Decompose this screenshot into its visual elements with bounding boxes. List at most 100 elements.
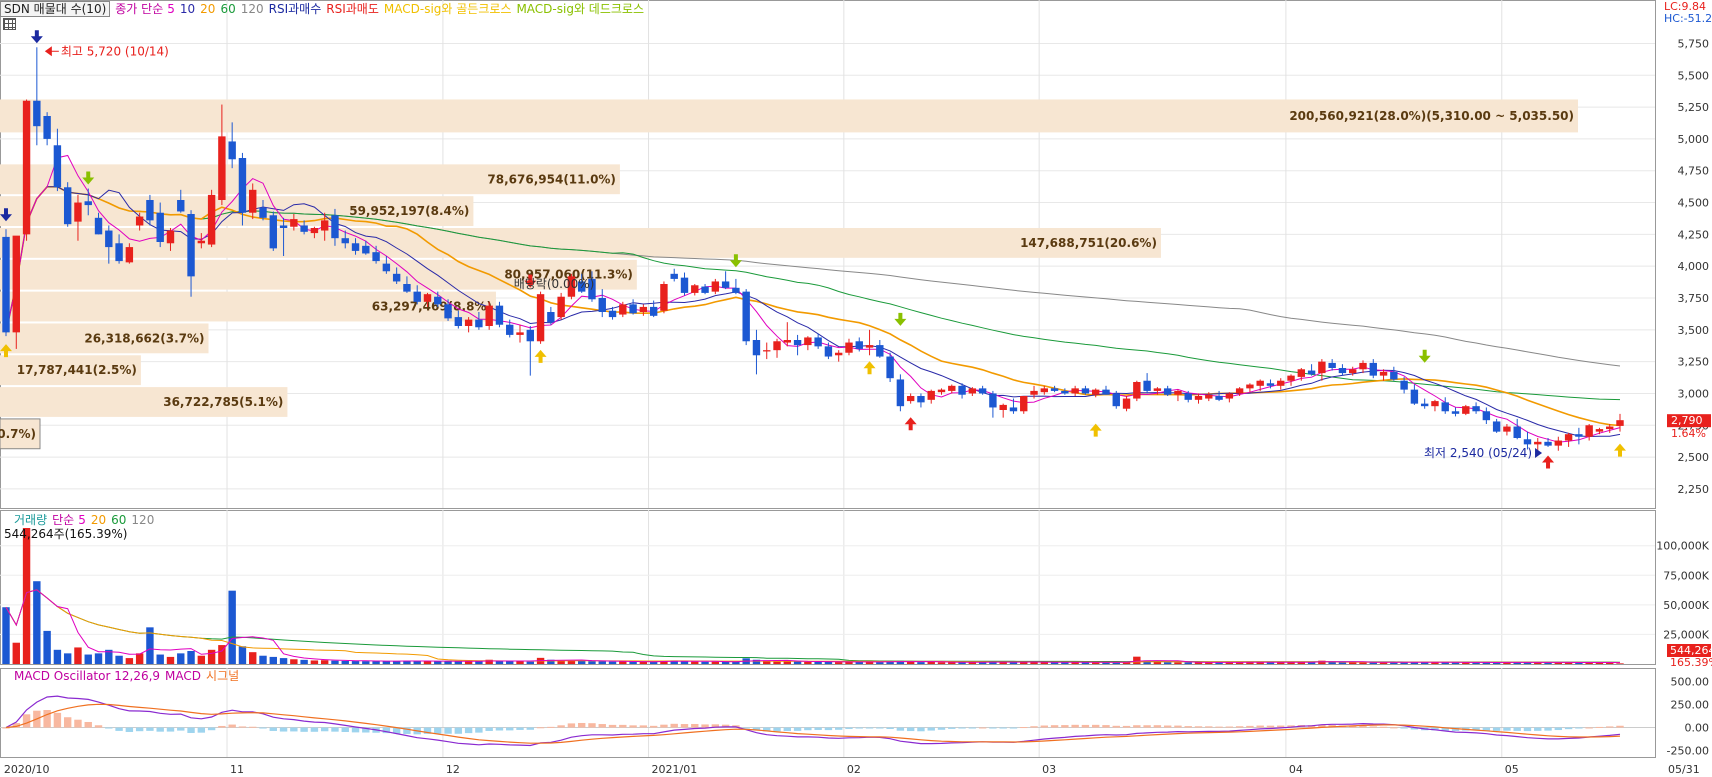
macd-dead-cross-arrow-icon xyxy=(1418,349,1431,363)
candle-body xyxy=(33,100,41,127)
price-legend: SDN 매물대 수(10) 종가 단순 5 10 20 60 120 RSI과매수 RSI과매도… xyxy=(0,1,649,17)
volume-bar xyxy=(156,654,164,664)
candle-body xyxy=(1225,393,1234,399)
candle-body xyxy=(290,219,298,227)
volume-bar xyxy=(434,661,442,664)
volume-bar xyxy=(228,590,236,664)
candle-body xyxy=(1400,380,1408,390)
candle-body xyxy=(619,304,627,315)
candle-body xyxy=(1503,426,1511,432)
macd-oscillator-bar xyxy=(639,725,648,728)
macd-oscillator-bar xyxy=(1369,726,1377,728)
macd-oscillator-bar xyxy=(434,727,442,734)
macd-oscillator-bar xyxy=(1133,725,1141,728)
macd-oscillator-bar xyxy=(557,725,565,728)
volume-bar xyxy=(238,646,247,664)
rsi-oversold-arrow-icon xyxy=(904,417,917,431)
candle-body xyxy=(1122,398,1131,409)
macd-oscillator-bar xyxy=(43,710,51,728)
macd-oscillator-bar xyxy=(1266,725,1275,728)
candle-body xyxy=(1359,362,1367,370)
price-tick-label: 2,500 xyxy=(1678,451,1710,464)
candle-body xyxy=(1585,425,1593,437)
volume-bar xyxy=(701,661,709,664)
macd-oscillator-bar xyxy=(948,727,956,729)
volume-bar xyxy=(464,661,473,664)
macd-oscillator-bar xyxy=(1256,725,1264,728)
volume-bar xyxy=(43,630,51,664)
high-marker-label: 최고 5,720 (10/14) xyxy=(61,44,169,58)
candle-body xyxy=(906,396,915,402)
macd-oscillator-bar xyxy=(238,726,247,728)
volume-profile-label: 78,676,954(11.0%) xyxy=(487,172,616,186)
volume-bar xyxy=(341,660,349,664)
candle-body xyxy=(1451,411,1460,414)
candle-body xyxy=(1287,375,1295,381)
macd-oscillator-bar xyxy=(1575,727,1583,729)
macd-oscillator-bar xyxy=(1400,727,1408,729)
macd-oscillator-bar xyxy=(906,727,915,732)
volume-bars xyxy=(2,528,1624,664)
macd-oscillator-bar xyxy=(1235,726,1244,728)
volume-bar xyxy=(279,658,288,664)
candle-body xyxy=(958,385,966,395)
volume-bar xyxy=(1174,662,1182,664)
macd-oscillator-bar xyxy=(927,727,935,731)
macd-oscillator-bar xyxy=(341,727,349,732)
candle-body xyxy=(1307,370,1316,375)
macd-oscillator-bar xyxy=(156,727,164,732)
macd-oscillator-bar xyxy=(310,727,319,732)
macd-oscillator-bar xyxy=(1040,725,1049,728)
candle-body xyxy=(506,324,514,335)
macd-oscillator-bar xyxy=(660,724,668,728)
macd-oscillator-bar xyxy=(207,727,216,731)
candle-body xyxy=(660,284,668,311)
volume-bar xyxy=(639,661,648,664)
close-ma-label: 종가 단순 xyxy=(115,2,164,16)
macd-tick-label: -250.00 xyxy=(1667,745,1709,758)
volume-bar xyxy=(834,662,843,664)
macd-oscillator-bar xyxy=(1554,727,1563,731)
rsi-overbought-arrow-icon xyxy=(30,30,43,44)
volume-bar xyxy=(207,649,216,664)
macd-oscillator-bar xyxy=(999,727,1007,729)
hc-readout: HC:-51.2 xyxy=(1664,12,1712,25)
volume-bar xyxy=(619,661,627,664)
candle-body xyxy=(2,236,10,333)
volume-profile-label: 36,722,785(5.1%) xyxy=(163,395,283,409)
date-tick-label: 04 xyxy=(1289,763,1303,776)
macd-oscillator-bar xyxy=(197,727,206,733)
grid-toggle-icon[interactable] xyxy=(3,18,16,30)
candle-body xyxy=(1431,401,1439,407)
volume-bar xyxy=(588,661,596,664)
candle-body xyxy=(834,352,843,356)
macd-oscillator-bar xyxy=(94,725,103,728)
macd-oscillator-bar xyxy=(187,727,195,733)
volume-bar xyxy=(125,658,134,664)
macd-oscillator-bar xyxy=(567,723,576,728)
candle-body xyxy=(989,393,997,408)
volume-bar xyxy=(249,652,257,664)
macd-oscillator-bar xyxy=(619,724,627,728)
candle-body xyxy=(670,273,678,279)
candle-body xyxy=(1266,383,1275,386)
macd-oscillator-bar xyxy=(1595,726,1604,728)
candle-body xyxy=(310,228,319,234)
vol-ma60-legend: 60 xyxy=(111,513,127,527)
volume-tick-label: 100,000K xyxy=(1656,540,1709,553)
candle-body xyxy=(937,389,946,393)
macd-oscillator-bar xyxy=(1585,727,1593,729)
stock-combo[interactable]: SDN 매물대 수(10) xyxy=(0,1,111,17)
candle-body xyxy=(135,216,144,226)
volume-bar xyxy=(577,660,586,664)
candle-body xyxy=(732,287,740,293)
candle-body xyxy=(218,136,226,200)
volume-bar xyxy=(12,642,20,664)
volume-tick-label: 25,000K xyxy=(1663,628,1709,641)
macd-golden-cross-arrow-icon xyxy=(1614,443,1626,457)
candle-body xyxy=(434,296,442,305)
candle-body xyxy=(1523,439,1532,445)
candle-body xyxy=(1564,434,1573,441)
candle-body xyxy=(547,312,555,323)
rsi-buy-legend: RSI과매수 xyxy=(268,2,322,16)
